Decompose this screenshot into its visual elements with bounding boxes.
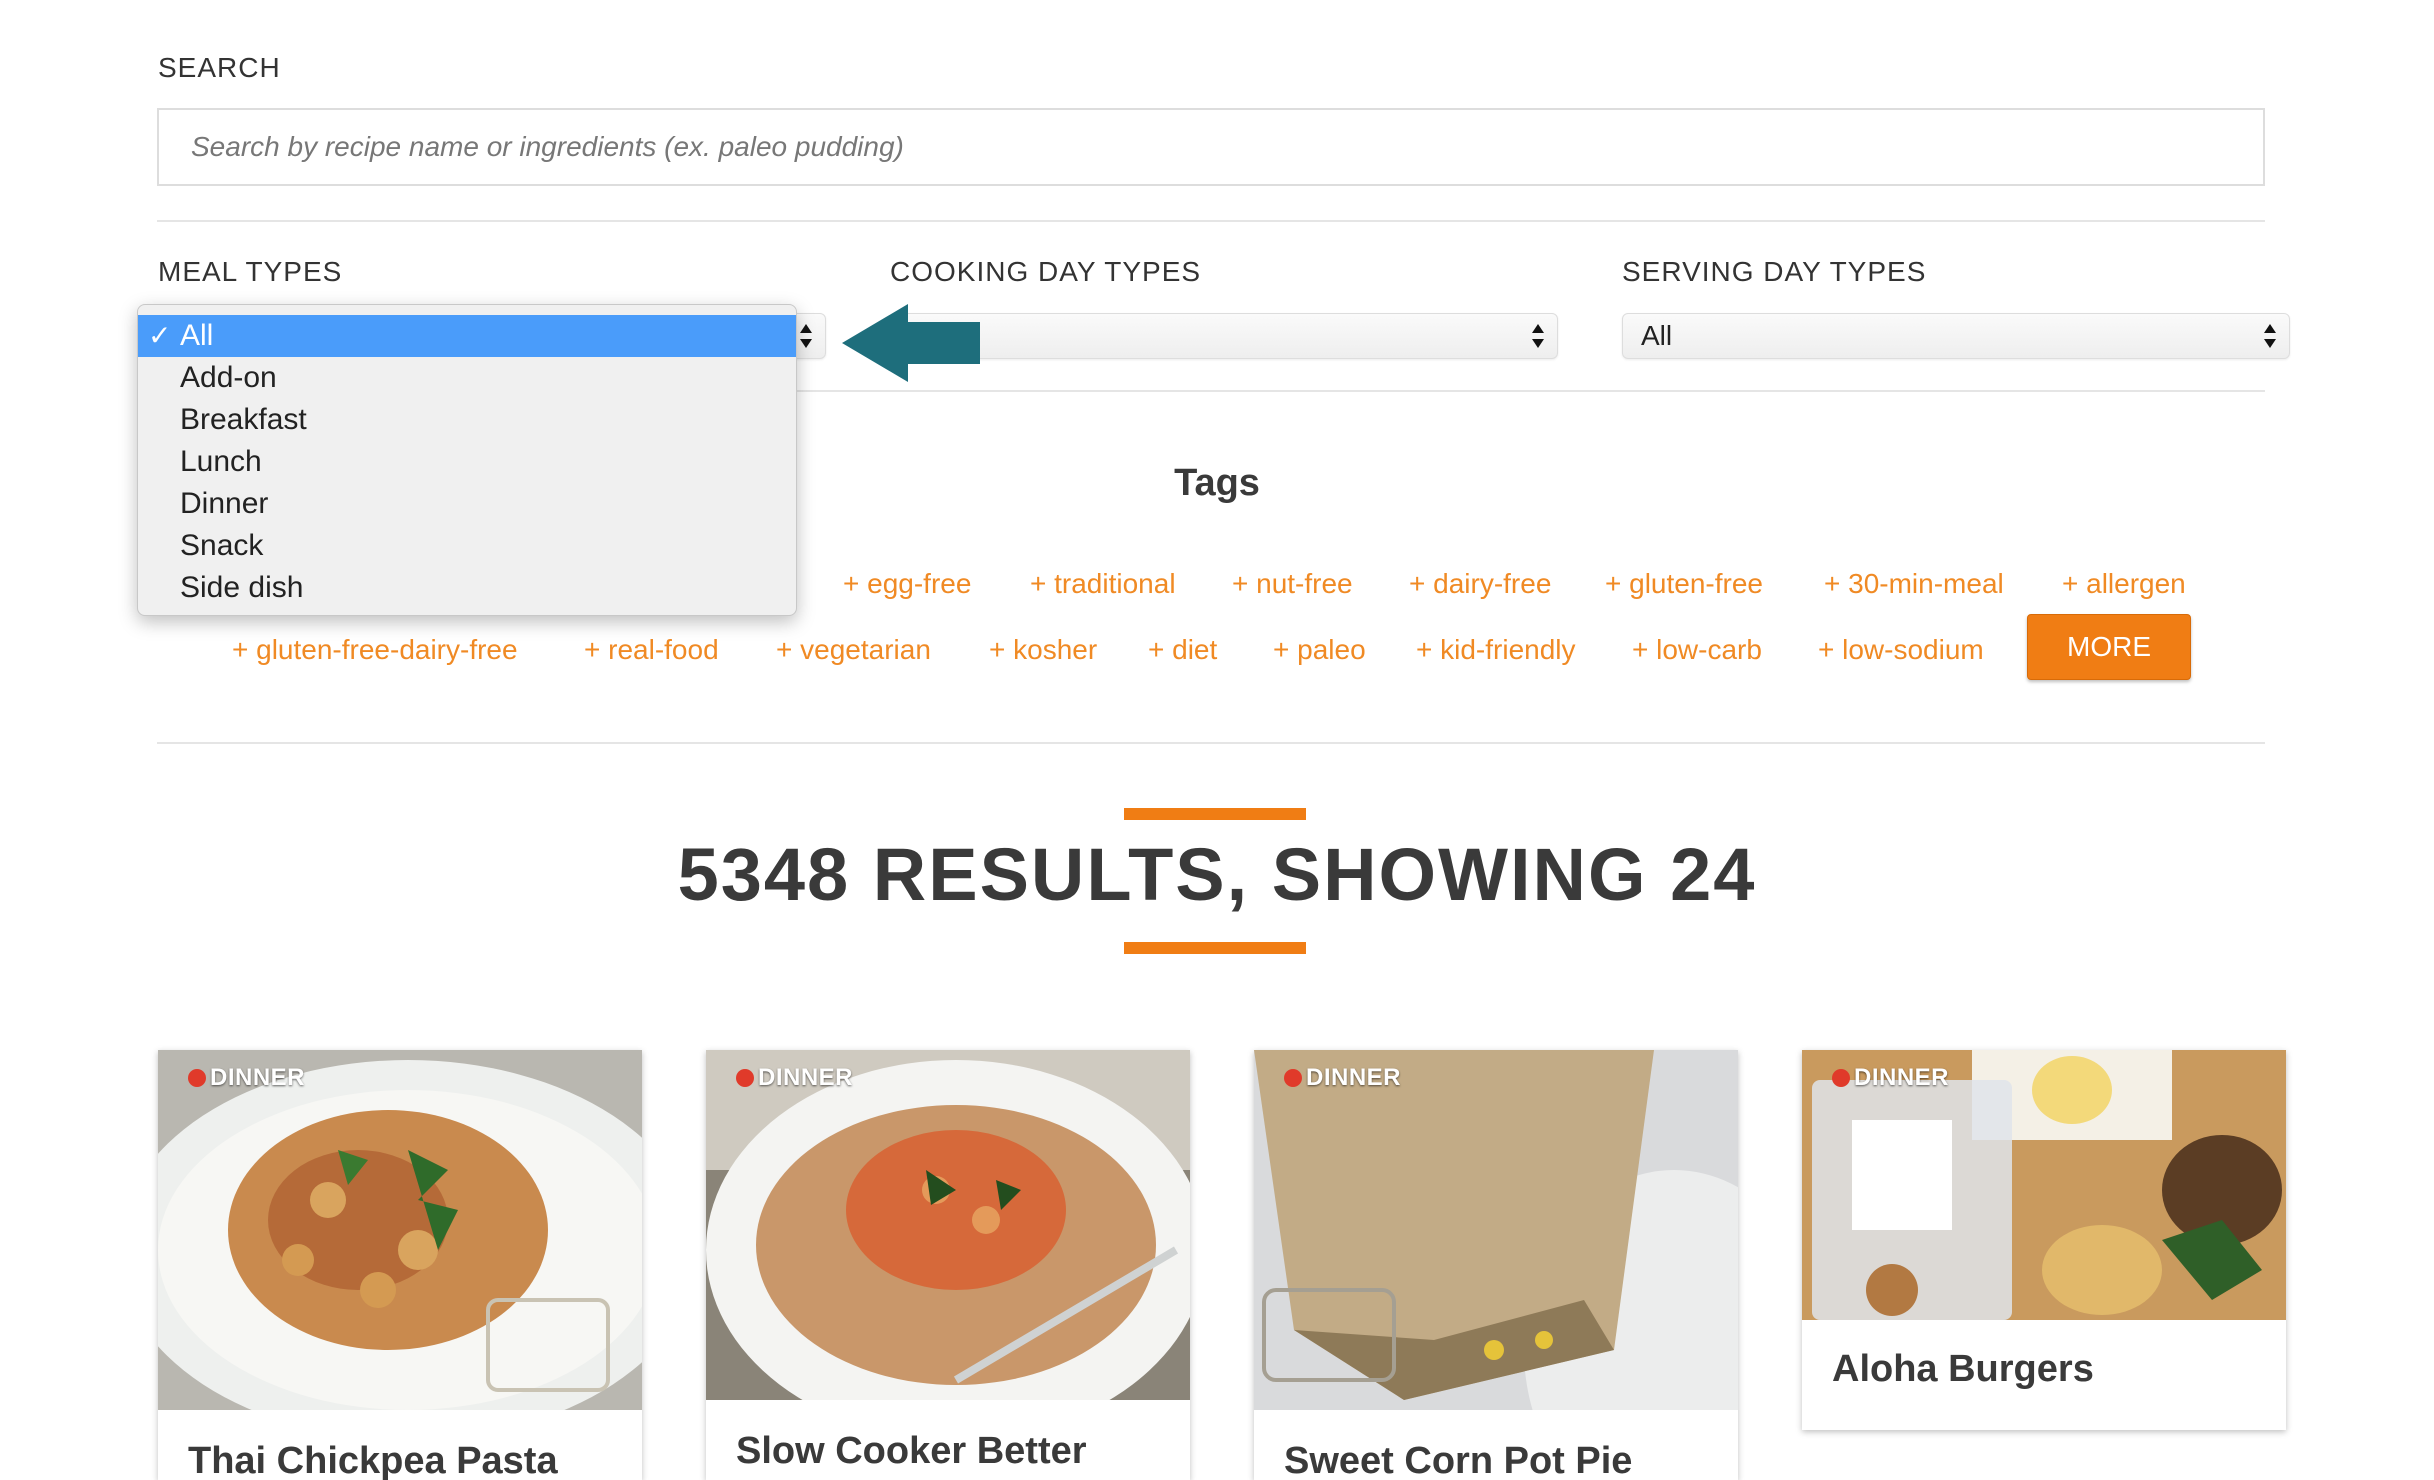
left-arrow-icon [842,304,980,382]
meal-type-option-dinner[interactable]: Dinner [138,483,796,525]
meal-badge: DINNER [188,1064,305,1092]
recipe-title[interactable]: Thai Chickpea Pasta [188,1440,558,1480]
tag-link[interactable]: + low-carb [1632,634,1762,666]
accent-bar [1124,942,1306,954]
meal-type-option-breakfast[interactable]: Breakfast [138,399,796,441]
meal-type-option-side-dish[interactable]: Side dish [138,567,796,609]
recipe-card[interactable]: DINNER Sweet Corn Pot Pie [1254,1050,1738,1480]
dot-icon [188,1069,206,1087]
meal-types-dropdown[interactable]: ✓ All Add-on Breakfast Lunch Dinner Snac… [137,304,797,616]
search-field[interactable] [157,108,2265,186]
more-tags-button[interactable]: MORE [2027,614,2191,680]
recipe-title[interactable]: Aloha Burgers [1832,1348,2094,1391]
recipe-card[interactable]: DINNER Aloha Burgers [1802,1050,2286,1430]
search-label: SEARCH [158,52,281,83]
recipe-title[interactable]: Slow Cooker Better [736,1430,1087,1473]
tag-link[interactable]: + vegetarian [776,634,931,666]
divider [157,220,2265,222]
meal-badge: DINNER [1284,1064,1401,1092]
tag-link[interactable]: + nut-free [1232,568,1353,600]
serving-day-types-value: All [1641,320,1673,351]
dot-icon [736,1069,754,1087]
tag-link[interactable]: + gluten-free [1605,568,1763,600]
dot-icon [1284,1069,1302,1087]
serving-day-types-label: SERVING DAY TYPES [1622,256,1927,287]
check-icon: ✓ [148,320,172,351]
tag-link[interactable]: + traditional [1030,568,1176,600]
meal-type-option-add-on[interactable]: Add-on [138,357,796,399]
dot-icon [1832,1069,1850,1087]
meal-type-option-lunch[interactable]: Lunch [138,441,796,483]
recipe-card[interactable]: DINNER Slow Cooker Better [706,1050,1190,1480]
select-arrows-icon [2263,322,2277,350]
select-arrows-icon [799,322,813,350]
meal-badge: DINNER [1832,1064,1949,1092]
meal-type-option-all[interactable]: ✓ All [138,315,796,357]
meal-types-label: MEAL TYPES [158,256,343,287]
accent-bar [1124,808,1306,820]
meal-type-option-snack[interactable]: Snack [138,525,796,567]
recipe-card[interactable]: DINNER Thai Chickpea Pasta [158,1050,642,1480]
tag-link[interactable]: + 30-min-meal [1824,568,2004,600]
tag-link[interactable]: + kosher [989,634,1097,666]
meal-badge: DINNER [736,1064,853,1092]
tag-link[interactable]: + real-food [584,634,719,666]
recipe-photo [1254,1050,1738,1410]
recipe-photo [158,1050,642,1410]
tag-link[interactable]: + allergen [2062,568,2186,600]
recipe-title[interactable]: Sweet Corn Pot Pie [1284,1440,1632,1480]
search-input[interactable] [159,110,2263,184]
tag-link[interactable]: + diet [1148,634,1217,666]
tag-link[interactable]: + egg-free [843,568,971,600]
cooking-day-types-label: COOKING DAY TYPES [890,256,1202,287]
tag-link[interactable]: + kid-friendly [1416,634,1576,666]
tag-link[interactable]: + dairy-free [1409,568,1551,600]
recipe-photo [706,1050,1190,1400]
cooking-day-types-select[interactable] [890,313,1558,359]
tag-link[interactable]: + gluten-free-dairy-free [232,634,518,666]
select-arrows-icon [1531,322,1545,350]
tag-link[interactable]: + paleo [1273,634,1366,666]
tag-link[interactable]: + low-sodium [1818,634,1984,666]
serving-day-types-select[interactable]: All [1622,313,2290,359]
divider [157,742,2265,744]
results-heading: 5348 RESULTS, SHOWING 24 [677,833,1757,916]
